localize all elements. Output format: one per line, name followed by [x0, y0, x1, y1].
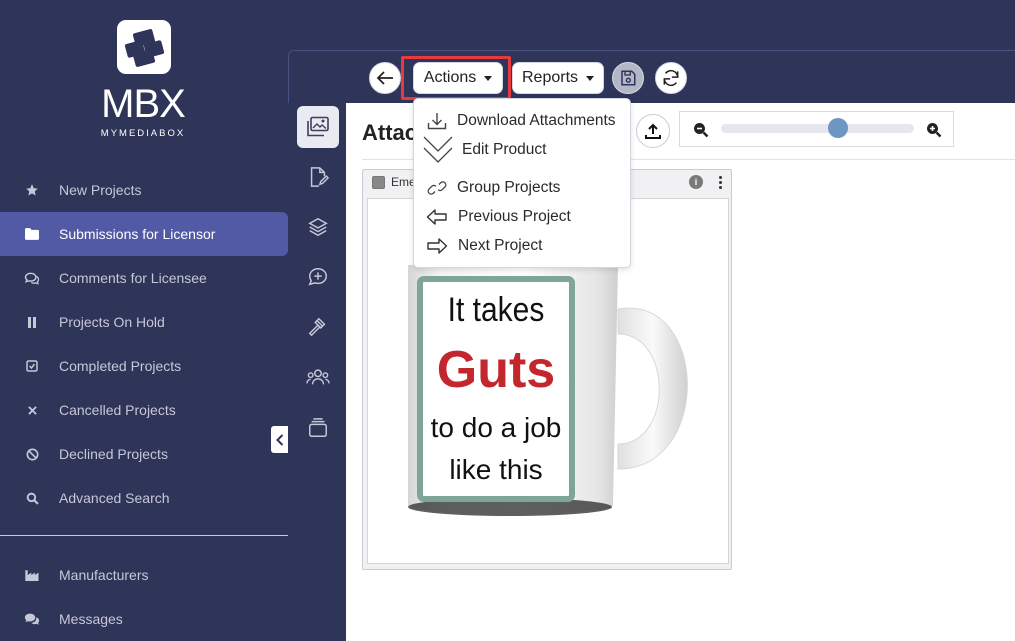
refresh-icon: [663, 69, 679, 87]
download-icon: [424, 111, 450, 131]
file-edit-icon: [310, 167, 329, 187]
save-icon: [621, 70, 636, 86]
mug-text-line2: Guts: [437, 341, 555, 399]
sidebar-item-new-projects[interactable]: New Projects: [0, 168, 288, 212]
logo-mark-icon: [117, 20, 171, 74]
gavel-icon: [308, 317, 326, 337]
sidebar-item-label: Submissions for Licensor: [59, 226, 216, 242]
menu-item-previous-project[interactable]: Previous Project: [414, 203, 632, 231]
zoom-out-icon[interactable]: [693, 122, 709, 138]
star-icon: [20, 183, 44, 197]
rail-archive[interactable]: [297, 407, 339, 449]
sidebar-collapse-button[interactable]: [271, 426, 289, 453]
save-button[interactable]: [612, 62, 644, 94]
rail-approvals[interactable]: [297, 306, 339, 348]
sidebar-item-label: Completed Projects: [59, 358, 182, 374]
info-icon[interactable]: i: [689, 175, 703, 189]
folder-icon: [20, 228, 44, 240]
chevron-down-icon: [423, 134, 453, 166]
back-button[interactable]: [369, 62, 401, 94]
mug-text-line4: like this: [449, 454, 542, 485]
sidebar-item-label: Advanced Search: [59, 490, 170, 506]
menu-item-label: Group Projects: [457, 179, 561, 196]
sidebar-item-label: Messages: [59, 611, 123, 627]
arrow-left-icon: [424, 208, 450, 226]
mug-text-line1: It takes: [448, 290, 545, 328]
sidebar-item-declined-projects[interactable]: Declined Projects: [0, 432, 288, 476]
chevron-left-icon: [276, 433, 284, 446]
check-square-icon: [20, 360, 44, 372]
sidebar-item-comments-for-licensee[interactable]: Comments for Licensee: [0, 256, 288, 300]
upload-button[interactable]: [636, 114, 670, 148]
reports-label: Reports: [521, 69, 579, 86]
sidebar-item-cancelled-projects[interactable]: Cancelled Projects: [0, 388, 288, 432]
x-icon: [20, 405, 44, 415]
industry-icon: [20, 569, 44, 581]
more-options-icon[interactable]: [713, 172, 727, 192]
upload-icon: [645, 123, 661, 139]
sidebar-item-submissions-for-licensor[interactable]: Submissions for Licensor: [0, 212, 288, 256]
attachment-checkbox[interactable]: [372, 176, 385, 189]
zoom-control: [679, 111, 954, 147]
menu-item-edit-product[interactable]: Edit Product: [414, 136, 632, 164]
actions-highlight: [401, 56, 511, 100]
sidebar-item-label: Declined Projects: [59, 446, 168, 462]
reports-dropdown-button[interactable]: Reports: [512, 62, 604, 94]
sidebar-item-label: Cancelled Projects: [59, 402, 176, 418]
sidebar-item-label: Projects On Hold: [59, 314, 165, 330]
arrow-left-icon: [376, 71, 393, 85]
arrow-right-icon: [424, 237, 450, 255]
sidebar: MBX MYMEDIABOX New Projects Submissions …: [0, 0, 289, 641]
stack-icon: [309, 418, 327, 437]
layers-icon: [308, 217, 328, 237]
zoom-in-icon[interactable]: [926, 122, 942, 138]
menu-item-label: Previous Project: [458, 208, 571, 225]
rail-users[interactable]: [297, 356, 339, 398]
sidebar-item-projects-on-hold[interactable]: Projects On Hold: [0, 300, 288, 344]
sidebar-item-messages[interactable]: Messages: [0, 597, 288, 641]
attachment-filename: Eme: [391, 175, 416, 189]
menu-item-next-project[interactable]: Next Project: [414, 232, 632, 260]
menu-item-label: Edit Product: [462, 141, 547, 158]
sidebar-item-completed-projects[interactable]: Completed Projects: [0, 344, 288, 388]
menu-item-label: Next Project: [458, 237, 543, 254]
ban-icon: [20, 448, 44, 461]
users-icon: [306, 369, 330, 385]
refresh-button[interactable]: [655, 62, 687, 94]
images-icon: [307, 116, 329, 137]
brand-tagline: MYMEDIABOX: [100, 128, 186, 139]
zoom-slider-track[interactable]: [721, 118, 914, 138]
brand-name: MBX: [101, 82, 186, 126]
menu-item-download-attachments[interactable]: Download Attachments: [414, 107, 632, 135]
comments-icon: [20, 272, 44, 285]
rail-attachments[interactable]: [297, 106, 339, 148]
menu-item-label: Download Attachments: [457, 112, 616, 129]
pause-icon: [20, 316, 44, 328]
rail-comments[interactable]: [297, 256, 339, 298]
rail-layers[interactable]: [297, 206, 339, 248]
search-icon: [20, 492, 44, 505]
sidebar-item-manufacturers[interactable]: Manufacturers: [0, 553, 288, 597]
sidebar-item-label: New Projects: [59, 182, 142, 198]
actions-menu: Download Attachments Edit Product Group …: [413, 98, 631, 268]
brand-logo[interactable]: MBX MYMEDIABOX: [88, 18, 198, 143]
project-icon-rail: [288, 103, 346, 641]
sidebar-item-label: Manufacturers: [59, 567, 149, 583]
rail-files[interactable]: [297, 156, 339, 198]
sidebar-divider: [0, 535, 288, 536]
link-icon: [424, 181, 450, 195]
mug-text-line3: to do a job: [431, 412, 562, 443]
sidebar-item-advanced-search[interactable]: Advanced Search: [0, 476, 288, 520]
menu-item-group-projects[interactable]: Group Projects: [414, 174, 632, 202]
page-title: Attac: [362, 120, 418, 145]
caret-down-icon: [586, 75, 595, 81]
chat-icon: [20, 613, 44, 626]
zoom-slider-knob[interactable]: [828, 118, 848, 138]
sidebar-item-label: Comments for Licensee: [59, 270, 207, 286]
comment-plus-icon: [308, 268, 327, 286]
